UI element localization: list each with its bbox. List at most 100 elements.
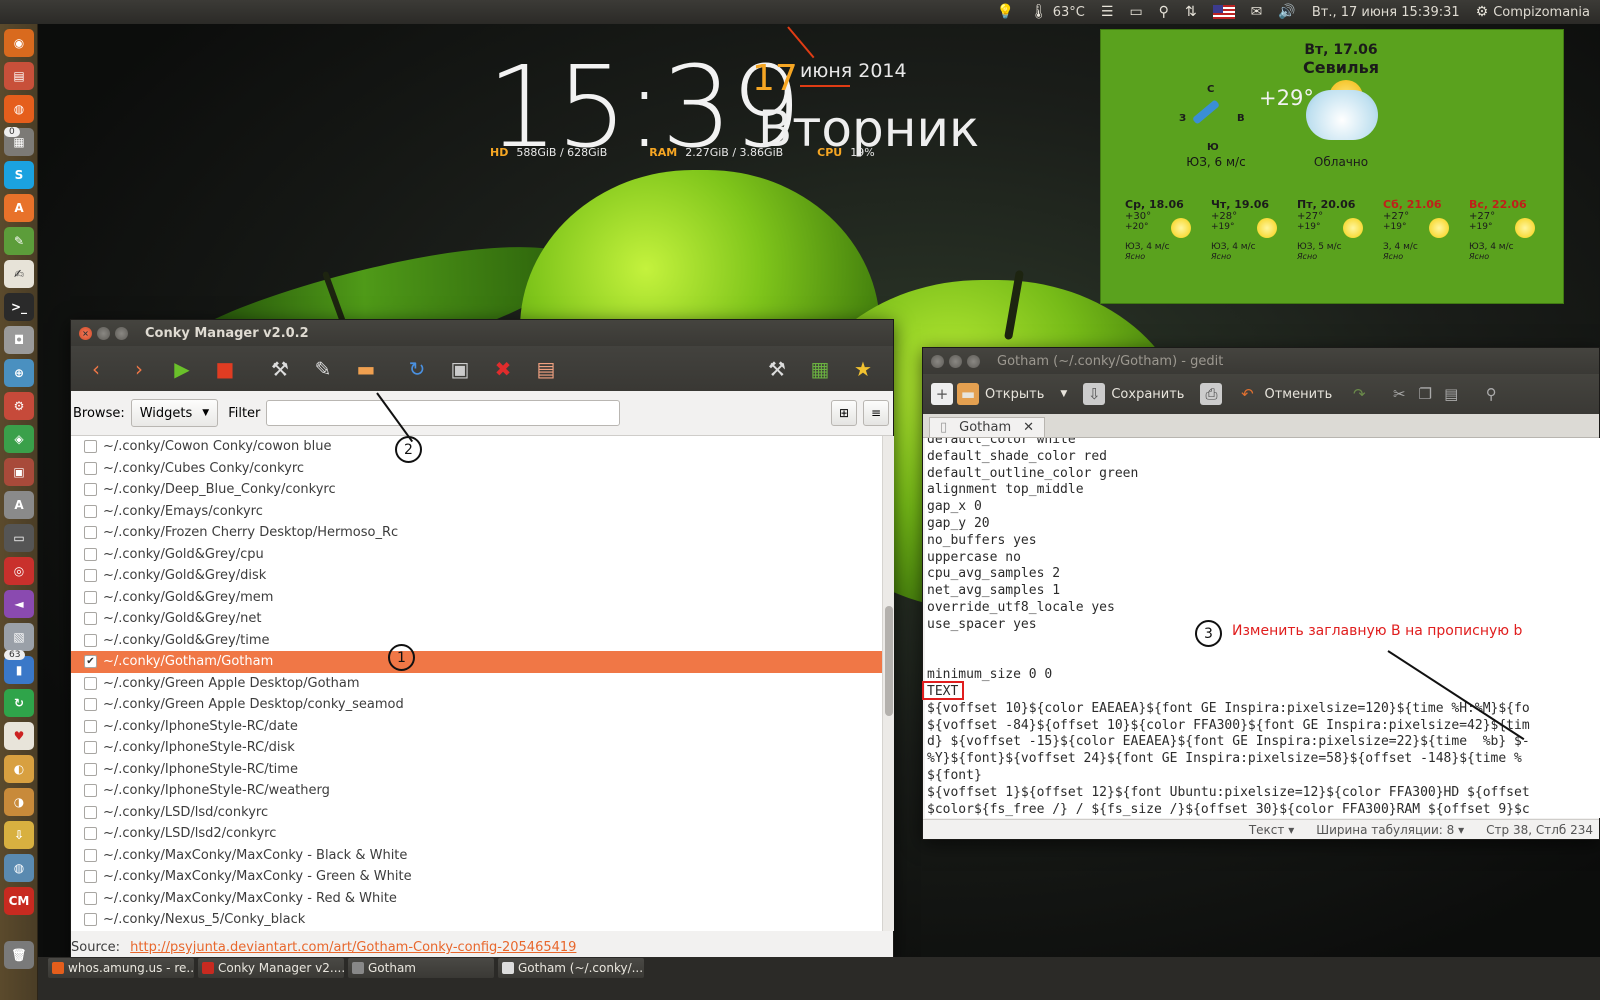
files-icon[interactable]: ▤ — [4, 62, 34, 90]
widget-checkbox[interactable] — [84, 676, 97, 690]
edit-pen-icon[interactable]: ✎ — [304, 352, 342, 386]
widget-checkbox[interactable] — [84, 547, 97, 561]
task-gedit[interactable]: Gotham (~/.conky/... — [498, 958, 644, 978]
file-copy-icon[interactable]: ▤ — [527, 352, 565, 386]
widget-list-item[interactable]: ~/.conky/IphoneStyle-RC/weatherg — [71, 780, 882, 802]
minimize-window-icon[interactable] — [97, 326, 110, 340]
widget-list-item[interactable]: ~/.conky/Green Apple Desktop/conky_seamo… — [71, 694, 882, 716]
widget-checkbox[interactable] — [84, 762, 97, 776]
widget-checkbox[interactable]: ✔ — [84, 655, 97, 669]
undo-button[interactable]: ↶ Отменить — [1236, 383, 1332, 405]
session-indicator[interactable]: ⚙ Compizomania — [1476, 4, 1590, 20]
text-editor-icon[interactable]: ✍ — [4, 260, 34, 288]
widget-checkbox[interactable] — [84, 590, 97, 604]
minimize-window-icon[interactable] — [949, 354, 962, 368]
software-center-icon[interactable]: A — [4, 194, 34, 222]
print-icon[interactable]: ⎙ — [1200, 383, 1223, 405]
browse-dropdown[interactable]: Widgets ▼ — [130, 399, 219, 427]
widget-checkbox[interactable] — [84, 461, 97, 475]
widget-list-item[interactable]: ~/.conky/Frozen Cherry Desktop/Hermoso_R… — [71, 522, 882, 544]
widget-list-item[interactable]: ~/.conky/LSD/lsd/conkyrc — [71, 802, 882, 824]
widget-checkbox[interactable] — [84, 719, 97, 733]
widget-checkbox[interactable] — [84, 741, 97, 755]
record-icon[interactable]: ◎ — [4, 557, 34, 585]
widget-list-item[interactable]: ~/.conky/IphoneStyle-RC/disk — [71, 737, 882, 759]
screen-icon[interactable]: ▭ — [1129, 4, 1142, 20]
widget-list-item[interactable]: ~/.conky/Gold&Grey/mem — [71, 587, 882, 609]
widget-checkbox[interactable] — [84, 870, 97, 884]
camera-icon[interactable]: ◘ — [4, 326, 34, 354]
menu-list-icon[interactable]: ☰ — [1101, 4, 1114, 20]
conky-manager-titlebar[interactable]: × Conky Manager v2.0.2 — [71, 320, 893, 346]
maximize-window-icon[interactable] — [115, 326, 128, 340]
copy-icon[interactable]: ❐ — [1414, 383, 1436, 405]
purple-app-icon[interactable]: ◄ — [4, 590, 34, 618]
widget-checkbox[interactable] — [84, 784, 97, 798]
forward-arrow-icon[interactable]: › — [120, 352, 158, 386]
settings-tools-icon[interactable]: ⚙ — [4, 392, 34, 420]
widget-list-item[interactable]: ~/.conky/Gold&Grey/time — [71, 630, 882, 652]
source-link[interactable]: http://psyjunta.deviantart.com/art/Gotha… — [130, 940, 576, 955]
green-app-icon[interactable]: ◈ — [4, 425, 34, 453]
globe-icon[interactable]: ◍ — [4, 854, 34, 882]
widget-list-item[interactable]: ~/.conky/Gold&Grey/disk — [71, 565, 882, 587]
search-icon[interactable]: ⚲ — [1159, 4, 1169, 20]
widget-list-item[interactable]: ~/.conky/Gold&Grey/net — [71, 608, 882, 630]
language-selector[interactable]: Текст ▾ — [1249, 823, 1294, 837]
widget-list-item[interactable]: ~/.conky/MaxConky/MaxConky - Green & Whi… — [71, 866, 882, 888]
cut-icon[interactable]: ✂ — [1388, 383, 1410, 405]
tools-icon[interactable]: ⚒ — [261, 352, 299, 386]
widget-checkbox[interactable] — [84, 913, 97, 927]
widget-list-item[interactable]: ~/.conky/Cowon Conky/cowon blue — [71, 436, 882, 458]
tab-gotham[interactable]: ▯ Gotham ✕ — [929, 417, 1046, 437]
mic-app-icon[interactable]: ▮ — [4, 656, 34, 684]
widget-checkbox[interactable] — [84, 526, 97, 540]
conky-manager-icon[interactable]: CM — [4, 887, 34, 915]
maximize-window-icon[interactable] — [967, 354, 980, 368]
workspace-icon[interactable]: ▭ — [4, 524, 34, 552]
widget-list-item[interactable]: ~/.conky/Green Apple Desktop/Gotham — [71, 673, 882, 695]
widget-checkbox[interactable] — [84, 569, 97, 583]
widget-list-item[interactable]: ~/.conky/Nexus_5/Conky_black — [71, 909, 882, 931]
temperature-indicator[interactable]: 🌡 63°C — [1030, 4, 1085, 20]
widget-checkbox[interactable] — [84, 633, 97, 647]
tab-width-selector[interactable]: Ширина табуляции: 8 ▾ — [1316, 823, 1464, 837]
widget-checkbox[interactable] — [84, 483, 97, 497]
task-firefox[interactable]: whos.amung.us - re... — [48, 958, 194, 978]
leaf-app-icon[interactable]: ✎ — [4, 227, 34, 255]
about-star-icon[interactable]: ★ — [844, 352, 882, 386]
updater-icon[interactable]: A — [4, 491, 34, 519]
refresh-app-icon[interactable]: ↻ — [4, 689, 34, 717]
widget-checkbox[interactable] — [84, 698, 97, 712]
task-conky-manager[interactable]: Conky Manager v2.... — [198, 958, 344, 978]
task-gotham[interactable]: Gotham — [348, 958, 494, 978]
widget-checkbox[interactable] — [84, 504, 97, 518]
scrollbar-thumb[interactable] — [885, 606, 893, 716]
widget-checkbox[interactable] — [84, 440, 97, 454]
mail-icon[interactable]: ✉ — [1251, 4, 1263, 20]
skype-icon[interactable]: S — [4, 161, 34, 189]
open-button[interactable]: ▬ Открыть ▼ — [957, 383, 1067, 405]
donate-icon[interactable]: ▦ — [801, 352, 839, 386]
filter-input[interactable] — [266, 400, 621, 426]
media-icon[interactable]: ▣ — [4, 458, 34, 486]
list-view-icon[interactable]: ≡ — [863, 400, 889, 426]
bulb-icon[interactable]: 💡 — [997, 4, 1014, 20]
trash-icon[interactable]: 🗑 — [4, 941, 34, 969]
close-window-icon[interactable] — [931, 354, 944, 368]
widget-list-item[interactable]: ~/.conky/MaxConky/MaxConky - Black & Whi… — [71, 845, 882, 867]
gedit-titlebar[interactable]: Gotham (~/.conky/Gotham) - gedit — [923, 348, 1599, 374]
new-document-icon[interactable]: + — [931, 383, 953, 405]
widget-checkbox[interactable] — [84, 891, 97, 905]
firefox-icon[interactable]: ◍ — [4, 95, 34, 123]
clock-indicator[interactable]: Вт., 17 июня 15:39:31 — [1312, 5, 1460, 20]
network-app-icon[interactable]: ⊕ — [4, 359, 34, 387]
download-icon[interactable]: ⇩ — [4, 821, 34, 849]
widget-checkbox[interactable] — [84, 827, 97, 841]
widget-list-item[interactable]: ~/.conky/Gold&Grey/cpu — [71, 544, 882, 566]
terminal-icon[interactable]: >_ — [4, 293, 34, 321]
widget-checkbox[interactable] — [84, 805, 97, 819]
chevron-down-icon[interactable]: ▼ — [1060, 389, 1067, 399]
widget-list-item[interactable]: ✔ ~/.conky/Gotham/Gotham — [71, 651, 882, 673]
stop-icon[interactable]: ■ — [206, 352, 244, 386]
